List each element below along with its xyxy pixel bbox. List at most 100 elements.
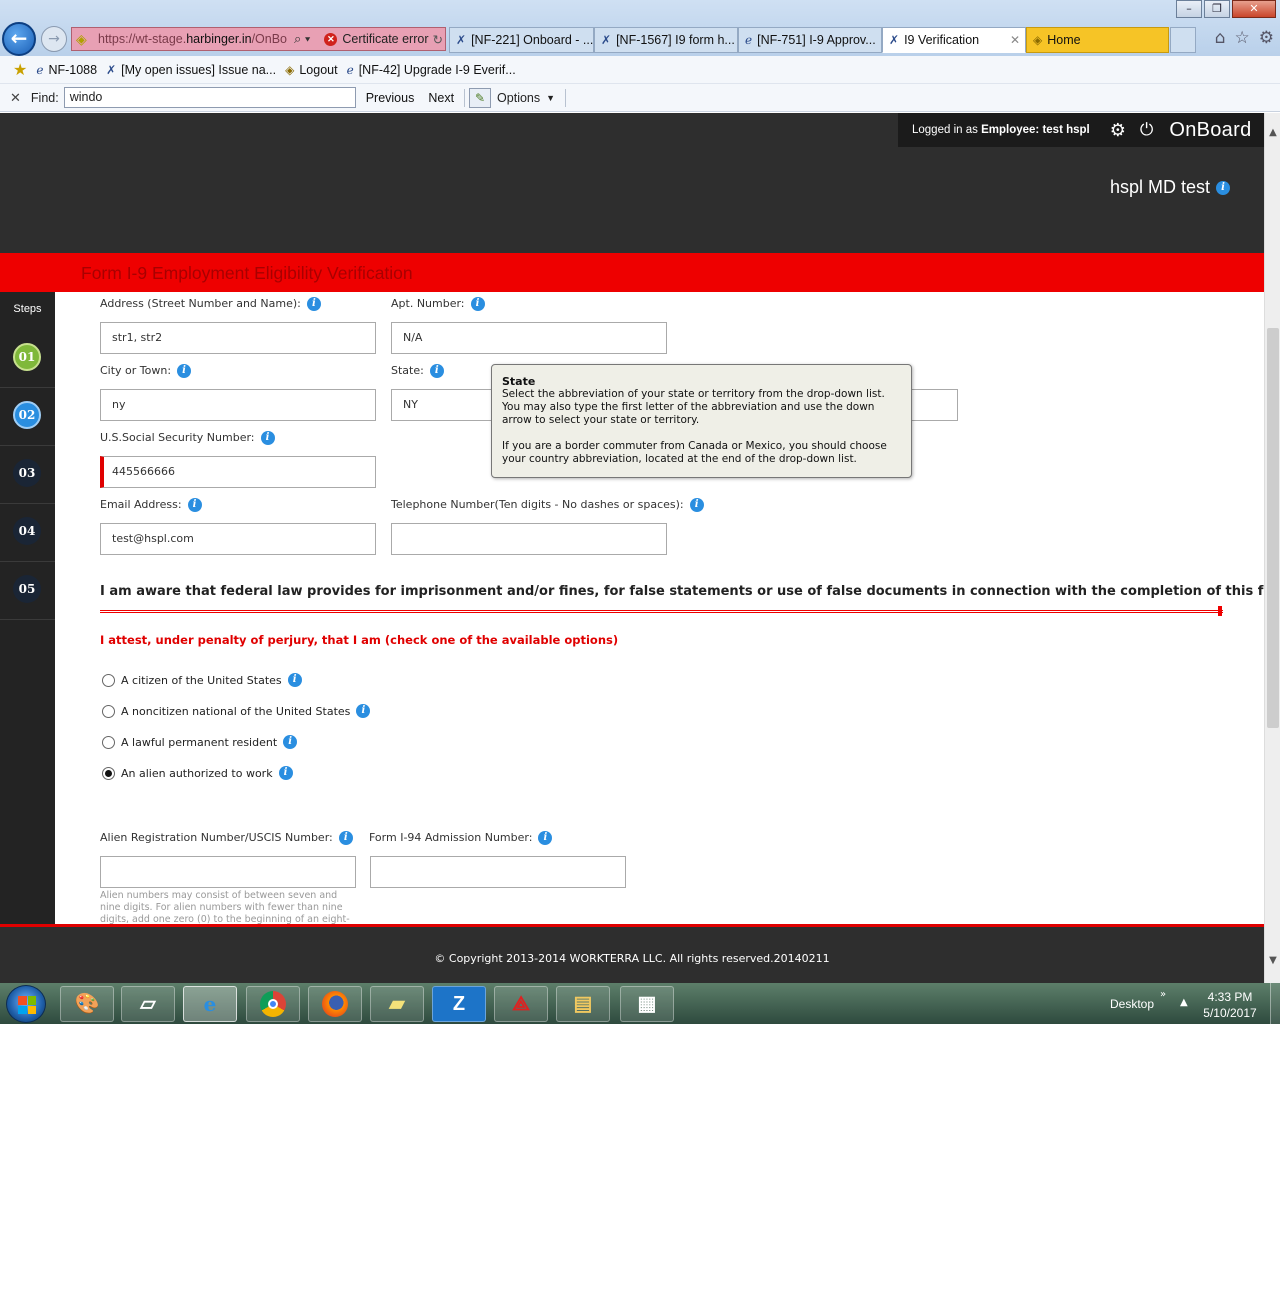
step-number: 03 <box>13 459 41 487</box>
info-icon[interactable]: i <box>306 297 321 311</box>
step-01[interactable]: 01 <box>0 330 55 388</box>
app-header: Logged in as Employee: test hspl ⚙ ⏻ OnB… <box>0 113 1264 253</box>
info-icon[interactable]: i <box>1216 180 1230 195</box>
info-icon[interactable]: i <box>283 735 298 749</box>
apt-number-label: Apt. Number: i <box>391 297 485 311</box>
start-button[interactable] <box>6 985 46 1023</box>
radio-button[interactable] <box>102 673 115 687</box>
apt-number-input[interactable]: N/A <box>391 322 667 354</box>
find-options-button[interactable]: ✎ Options ▼ <box>469 87 556 108</box>
radio-button[interactable] <box>102 704 115 718</box>
find-input[interactable]: windo <box>63 87 356 108</box>
tab-i9-verification[interactable]: ✗ I9 Verification ✕ <box>882 27 1026 53</box>
settings-gear-icon[interactable]: ⚙ <box>1110 120 1126 141</box>
z-app-taskbar-icon[interactable]: Z <box>432 986 486 1022</box>
tab-nf-221[interactable]: ✗ [NF-221] Onboard - ... <box>449 27 594 53</box>
scrollbar-thumb[interactable] <box>1267 328 1279 728</box>
notepad-taskbar-icon[interactable]: ▱ <box>121 986 175 1022</box>
option-noncitizen-national[interactable]: A noncitizen national of the United Stat… <box>102 704 371 718</box>
find-bar: ✕ Find: windo Previous Next ✎ Options ▼ <box>0 84 1280 112</box>
close-window-button[interactable]: ✕ <box>1232 0 1276 18</box>
back-button[interactable]: ← <box>2 22 36 56</box>
chevron-right-icon[interactable]: » <box>1160 989 1166 1000</box>
info-icon[interactable]: i <box>187 498 202 512</box>
tab-nf-1567[interactable]: ✗ [NF-1567] I9 form h... <box>594 27 738 53</box>
favorite-nf-42[interactable]: ℯ [NF-42] Upgrade I-9 Everif... <box>347 63 516 77</box>
scroll-down-arrow-icon[interactable]: ▼ <box>1265 953 1280 969</box>
phone-input[interactable] <box>391 523 667 555</box>
step-04[interactable]: 04 <box>0 504 55 562</box>
address-bar[interactable]: ◈ https://wt-stage.harbinger.in/OnBo ⌕ ▾… <box>71 27 446 51</box>
email-input[interactable]: test@hspl.com <box>100 523 376 555</box>
option-alien-authorized[interactable]: An alien authorized to work i <box>102 766 293 780</box>
step-05[interactable]: 05 <box>0 562 55 620</box>
page-scrollbar[interactable]: ▲ ▼ <box>1264 113 1280 983</box>
info-icon[interactable]: i <box>538 831 553 845</box>
acrobat-taskbar-icon[interactable]: ⟁ <box>494 986 548 1022</box>
page-icon: ◈ <box>1033 33 1043 47</box>
favorites-star-icon[interactable]: ☆ <box>1235 28 1250 48</box>
highlight-icon: ✎ <box>469 87 492 108</box>
info-icon[interactable]: i <box>278 766 293 780</box>
favorites-bar: ★ ℯ NF-1088 ✗ [My open issues] Issue na...… <box>0 56 1280 84</box>
info-icon[interactable]: i <box>470 297 485 311</box>
new-tab-button[interactable] <box>1170 27 1196 53</box>
desktop-toolbar-label[interactable]: Desktop <box>1110 997 1154 1011</box>
ssn-input[interactable]: 445566666 <box>100 456 376 488</box>
info-icon[interactable]: i <box>338 831 353 845</box>
chevron-down-icon: ▼ <box>546 92 556 103</box>
city-input[interactable]: ny <box>100 389 376 421</box>
info-icon[interactable]: i <box>689 498 704 512</box>
browser-tools: ⌂ ☆ ⚙ <box>1215 28 1274 48</box>
system-clock[interactable]: 4:33 PM 5/10/2017 <box>1196 989 1264 1021</box>
alien-number-input[interactable] <box>100 856 356 888</box>
favorite-my-open-issues[interactable]: ✗ [My open issues] Issue na... <box>106 63 276 77</box>
search-icon[interactable]: ⌕ ▾ <box>294 31 310 47</box>
file-explorer-taskbar-icon[interactable]: ▤ <box>556 986 610 1022</box>
info-icon[interactable]: i <box>429 364 444 378</box>
option-permanent-resident[interactable]: A lawful permanent resident i <box>102 735 298 749</box>
sticky-notes-taskbar-icon[interactable]: ▰ <box>370 986 424 1022</box>
minimize-button[interactable]: – <box>1176 0 1202 18</box>
step-03[interactable]: 03 <box>0 446 55 504</box>
windows-taskbar: 🎨 ▱ e ▰ Z ⟁ ▤ ▦ Desktop » ▲ 4:33 PM 5/10… <box>0 983 1280 1024</box>
chrome-taskbar-icon[interactable] <box>246 986 300 1022</box>
favorite-logout[interactable]: ◈ Logout <box>285 63 337 77</box>
show-hidden-icons-icon[interactable]: ▲ <box>1180 997 1188 1008</box>
restore-button[interactable]: ❐ <box>1204 0 1230 18</box>
error-icon: ✕ <box>324 32 338 46</box>
info-icon[interactable]: i <box>356 704 371 718</box>
radio-button-selected[interactable] <box>102 766 115 780</box>
add-favorite-star-icon[interactable]: ★ <box>13 60 27 80</box>
step-02[interactable]: 02 <box>0 388 55 446</box>
calculator-taskbar-icon[interactable]: ▦ <box>620 986 674 1022</box>
copyright-text: © Copyright 2013-2014 WORKTERRA LLC. All… <box>434 952 830 965</box>
jira-icon: ✗ <box>106 62 117 77</box>
show-desktop-button[interactable] <box>1270 983 1280 1024</box>
window-controls: – ❐ ✕ <box>1174 0 1276 18</box>
scroll-up-arrow-icon[interactable]: ▲ <box>1265 125 1280 141</box>
info-icon[interactable]: i <box>177 364 192 378</box>
tab-home[interactable]: ◈ Home <box>1026 27 1169 53</box>
option-citizen[interactable]: A citizen of the United States i <box>102 673 302 687</box>
find-next-button[interactable]: Next <box>428 91 454 105</box>
close-tab-icon[interactable]: ✕ <box>1010 33 1020 47</box>
find-previous-button[interactable]: Previous <box>366 91 415 105</box>
gear-icon[interactable]: ⚙ <box>1259 28 1274 48</box>
info-icon[interactable]: i <box>260 431 275 445</box>
i94-number-input[interactable] <box>370 856 626 888</box>
favorite-nf-1088[interactable]: ℯ NF-1088 <box>36 63 97 77</box>
home-icon[interactable]: ⌂ <box>1215 28 1226 48</box>
radio-button[interactable] <box>102 735 115 749</box>
info-icon[interactable]: i <box>287 673 302 687</box>
logout-power-icon[interactable]: ⏻ <box>1140 120 1153 140</box>
internet-explorer-taskbar-icon[interactable]: e <box>183 986 237 1022</box>
paint-taskbar-icon[interactable]: 🎨 <box>60 986 114 1022</box>
address-input[interactable]: str1, str2 <box>100 322 376 354</box>
firefox-taskbar-icon[interactable] <box>308 986 362 1022</box>
certificate-error[interactable]: ✕ Certificate error ↻ <box>324 32 443 47</box>
tab-nf-751[interactable]: ℯ [NF-751] I-9 Approv... <box>738 27 882 53</box>
forward-button[interactable]: → <box>41 26 67 52</box>
close-find-icon[interactable]: ✕ <box>10 90 21 106</box>
refresh-icon[interactable]: ↻ <box>433 32 443 47</box>
